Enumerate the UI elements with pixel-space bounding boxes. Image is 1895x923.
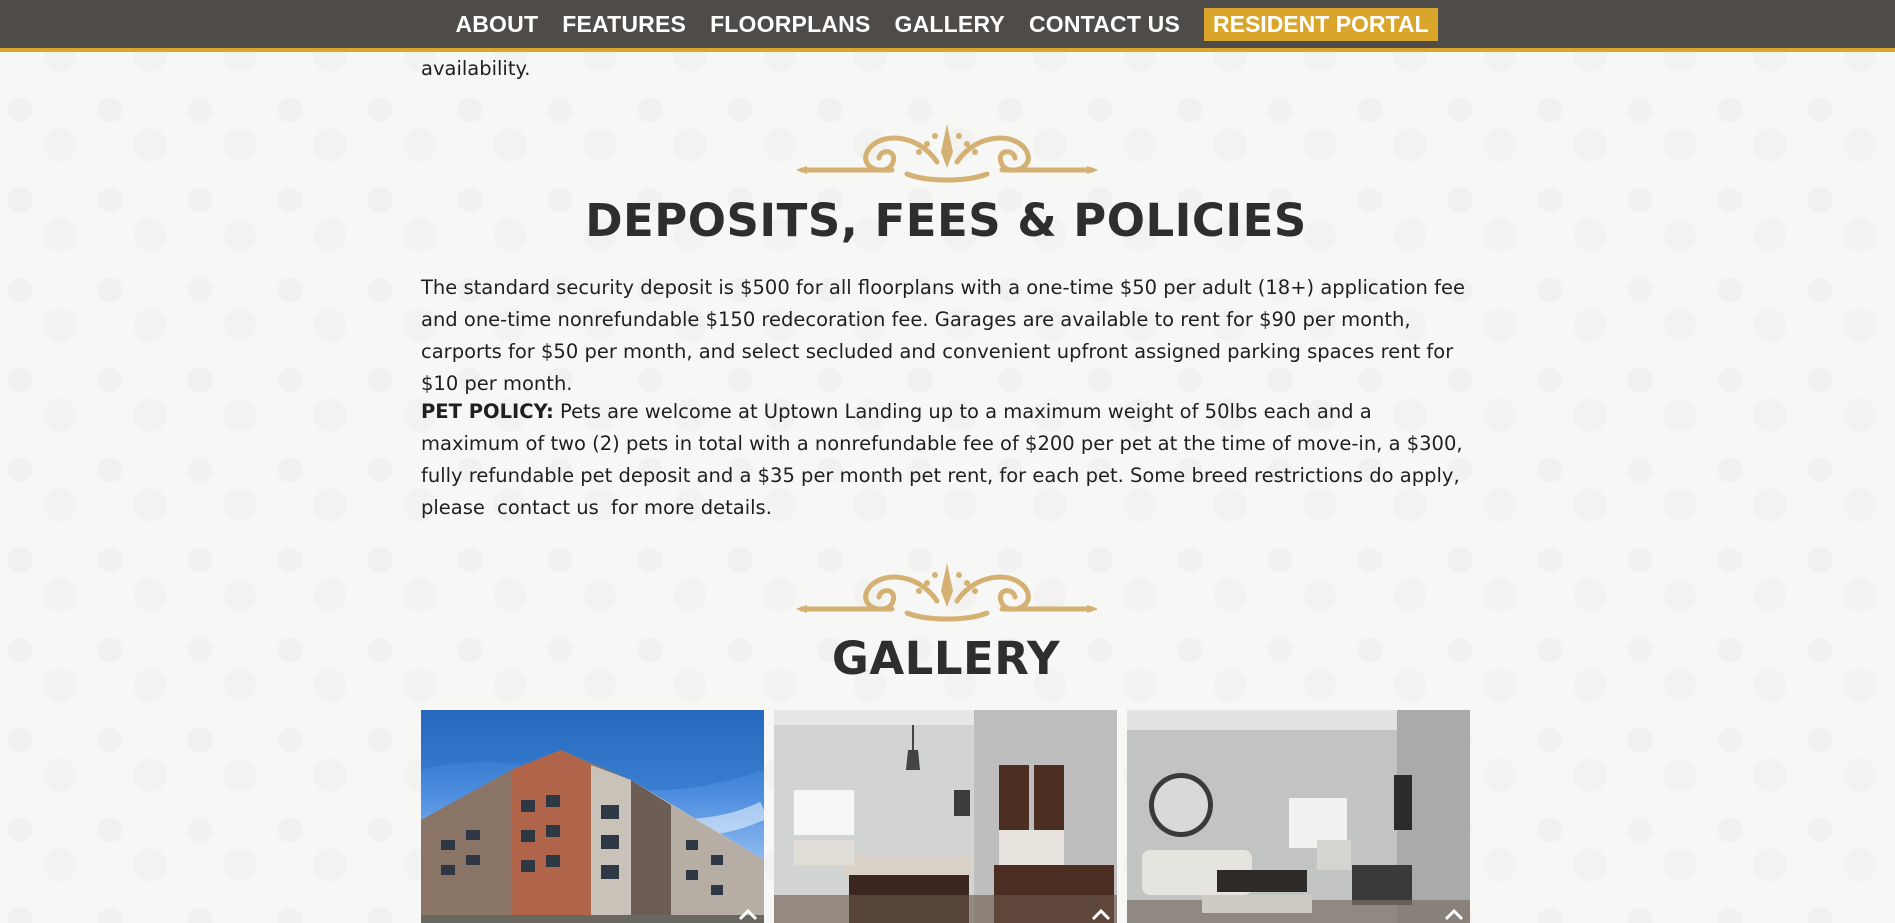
resident-portal-button[interactable]: RESIDENT PORTAL [1204, 7, 1438, 41]
flourish-ornament-icon [797, 124, 1097, 183]
flourish-ornament-icon [797, 563, 1097, 622]
top-navigation: ABOUT FEATURES FLOORPLANS GALLERY CONTAC… [0, 0, 1895, 52]
gallery-image-living-room[interactable] [1127, 710, 1470, 923]
nav-features[interactable]: FEATURES [562, 11, 686, 38]
chevron-up-icon [1444, 908, 1464, 921]
pet-policy-label: PET POLICY: [421, 400, 554, 423]
nav-contact-us[interactable]: CONTACT US [1029, 11, 1180, 38]
deposits-paragraph: The standard security deposit is $500 fo… [421, 276, 1465, 395]
nav-about[interactable]: ABOUT [455, 11, 538, 38]
kitchen-photo-icon [774, 710, 1117, 923]
nav-gallery[interactable]: GALLERY [895, 11, 1005, 38]
contact-us-link[interactable]: contact us [491, 496, 605, 519]
gallery-grid [421, 710, 1470, 923]
gallery-image-building[interactable] [421, 710, 764, 923]
pet-policy-end: for more details. [611, 496, 772, 519]
pet-policy-paragraph: PET POLICY: Pets are welcome at Uptown L… [421, 396, 1471, 524]
chevron-up-icon [738, 908, 758, 921]
gallery-image-kitchen[interactable] [774, 710, 1117, 923]
gallery-section-title: GALLERY [831, 632, 1061, 685]
deposits-section-title: DEPOSITS, FEES & POLICIES [585, 194, 1307, 247]
chevron-up-icon [1091, 908, 1111, 921]
living-room-photo-icon [1127, 710, 1470, 923]
nav-floorplans[interactable]: FLOORPLANS [710, 11, 870, 38]
nav-links: ABOUT FEATURES FLOORPLANS GALLERY CONTAC… [455, 7, 1438, 41]
previous-section-text: availability. [421, 57, 531, 80]
building-photo-icon [421, 710, 764, 923]
